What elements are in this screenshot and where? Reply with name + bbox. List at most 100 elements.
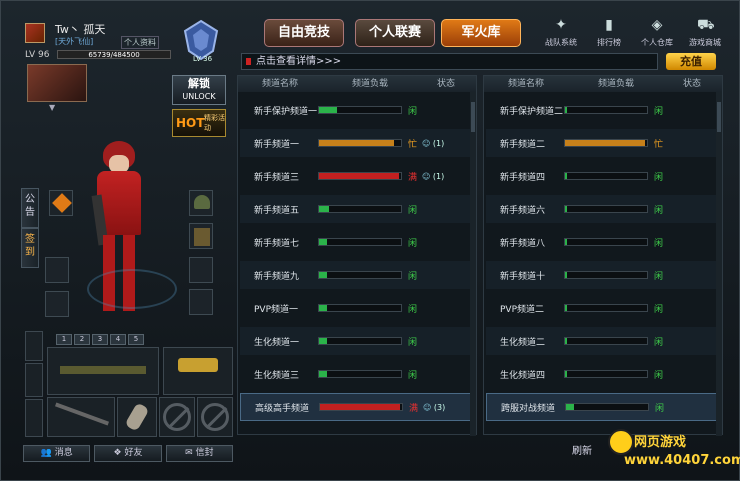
friend-icon: ☺ (422, 138, 431, 148)
grenade-icon (124, 402, 150, 432)
weapon-side-slot-3[interactable] (25, 399, 43, 437)
table-row[interactable]: 生化频道一 闲 (240, 327, 476, 355)
channel-name: 高级高手频道 (255, 403, 310, 414)
nav-team-system[interactable]: ✦ 战队系统 (539, 15, 583, 49)
disabled-icon (163, 403, 191, 431)
weapon-tab-3[interactable]: 3 (92, 334, 108, 345)
table-row[interactable]: 生化频道二 闲 (486, 327, 722, 355)
table-row[interactable]: 新手保护频道一 闲 (240, 96, 476, 124)
channel-load-bar (318, 337, 402, 345)
equip-slot-bag[interactable] (45, 291, 69, 317)
channel-name: 生化频道三 (254, 370, 300, 381)
watermark-logo: 网页游戏 www.40407.com (604, 427, 740, 479)
grenade-slot[interactable] (117, 397, 157, 437)
tab-announcement[interactable]: 公告 (21, 188, 39, 228)
friend-count: ☺ (1) (422, 171, 445, 181)
bottom-toolbar: 👥 消息 ❖ 好友 ✉ 信封 (23, 445, 233, 462)
tab-checkin[interactable]: 签到 (21, 228, 39, 268)
table-row[interactable]: 新手频道一 忙 ☺ (1) (240, 129, 476, 157)
weapon-side-slot-1[interactable] (25, 331, 43, 361)
scrollbar[interactable] (716, 92, 722, 436)
weapon-tab-5[interactable]: 5 (128, 334, 144, 345)
notice-bar[interactable]: 点击查看详情>>> (241, 53, 658, 70)
chevron-down-icon[interactable]: ▼ (49, 103, 55, 112)
tab-armory[interactable]: 军火库 (441, 19, 521, 47)
empty-slot-2[interactable] (197, 397, 233, 437)
channel-load-bar (318, 370, 402, 378)
table-row[interactable]: 新手频道六 闲 (486, 195, 722, 223)
secondary-weapon-slot[interactable] (163, 347, 233, 395)
refresh-button[interactable]: 刷新 (561, 442, 603, 458)
nav-shop[interactable]: ⛟ 游戏商城 (683, 15, 727, 49)
table-row[interactable]: 新手频道九 闲 (240, 261, 476, 289)
scrollbar[interactable] (470, 92, 476, 436)
channel-name: 新手频道十 (500, 271, 546, 282)
equip-slot-gloves[interactable] (189, 257, 213, 283)
top-nav-menu: ✦ 战队系统 ▮ 排行榜 ◈ 个人仓库 ⛟ 游戏商城 (537, 15, 729, 49)
empty-slot-1[interactable] (159, 397, 195, 437)
channel-name: 新手频道二 (500, 139, 546, 150)
table-row[interactable]: PVP频道二 闲 (486, 294, 722, 322)
weapon-tab-4[interactable]: 4 (110, 334, 126, 345)
channel-list-right: 频道名称 频道负载 状态 新手保护频道二闲新手频道二忙新手频道四闲新手频道六闲新… (483, 75, 723, 436)
channel-status: 闲 (408, 304, 418, 315)
table-row[interactable]: 新手频道二 忙 (486, 129, 722, 157)
channel-name: 新手保护频道二 (500, 106, 564, 117)
rifle-icon (60, 366, 146, 374)
table-row[interactable]: 跨服对战频道 闲 (486, 393, 722, 421)
character-portrait[interactable] (27, 64, 87, 102)
player-avatar[interactable] (25, 23, 45, 43)
channel-status: 满 (408, 172, 418, 183)
hot-event-button[interactable]: HOT 精彩活动 (172, 109, 226, 137)
channel-load-bar (318, 139, 402, 147)
table-row[interactable]: 新手频道五 闲 (240, 195, 476, 223)
channel-name: 新手频道七 (254, 238, 300, 249)
game-lobby-window: Tw丶 孤天 [天外飞仙] 个人资料 LV 96 65739/484500 LV… (0, 0, 740, 481)
mail-button[interactable]: ✉ 信封 (165, 445, 233, 462)
table-row[interactable]: 新手频道十 闲 (486, 261, 722, 289)
tab-personal-league[interactable]: 个人联赛 (355, 19, 435, 47)
nav-ranking[interactable]: ▮ 排行榜 (587, 15, 631, 49)
message-button[interactable]: 👥 消息 (23, 445, 91, 462)
unlock-button[interactable]: 解锁 UNLOCK (172, 75, 226, 105)
friend-count: ☺ (3) (423, 402, 446, 412)
channel-status: 闲 (654, 205, 664, 216)
channel-load-bar (564, 205, 648, 213)
helmet-icon (194, 195, 210, 209)
channel-load-bar (564, 337, 648, 345)
table-row[interactable]: 高级高手频道 满 ☺ (3) (240, 393, 476, 421)
disabled-icon (201, 403, 229, 431)
equip-slot-helmet[interactable] (189, 190, 213, 216)
tab-free-battle[interactable]: 自由竞技 (264, 19, 344, 47)
rank-emblem-icon: LV 36 (183, 19, 219, 63)
table-row[interactable]: PVP频道一 闲 (240, 294, 476, 322)
channel-name: 新手频道四 (500, 172, 546, 183)
notice-text: 点击查看详情>>> (256, 56, 342, 67)
warehouse-icon: ◈ (651, 17, 663, 33)
table-header: 频道名称 频道负载 状态 (238, 76, 476, 92)
equip-slot-buff[interactable] (49, 190, 73, 216)
table-row[interactable]: 新手保护频道二 闲 (486, 96, 722, 124)
equip-slot-knife[interactable] (45, 257, 69, 283)
recharge-button[interactable]: 充值 (666, 53, 716, 70)
table-row[interactable]: 生化频道三 闲 (240, 360, 476, 388)
primary-weapon-slot[interactable] (47, 347, 159, 395)
sniper-weapon-slot[interactable] (47, 397, 115, 437)
channel-name: PVP频道二 (500, 304, 545, 315)
table-row[interactable]: 新手频道四 闲 (486, 162, 722, 190)
profile-link[interactable]: 个人资料 (121, 36, 159, 49)
weapon-tab-1[interactable]: 1 (56, 334, 72, 345)
equip-slot-armor[interactable] (189, 223, 213, 249)
character-platform (87, 269, 177, 309)
table-row[interactable]: 新手频道八 闲 (486, 228, 722, 256)
weapon-tabs: 1 2 3 4 5 (56, 334, 168, 345)
channel-status: 闲 (654, 370, 664, 381)
nav-warehouse[interactable]: ◈ 个人仓库 (635, 15, 679, 49)
weapon-tab-2[interactable]: 2 (74, 334, 90, 345)
equip-slot-boots[interactable] (189, 289, 213, 315)
table-row[interactable]: 生化频道四 闲 (486, 360, 722, 388)
table-row[interactable]: 新手频道三 满 ☺ (1) (240, 162, 476, 190)
table-row[interactable]: 新手频道七 闲 (240, 228, 476, 256)
weapon-side-slot-2[interactable] (25, 363, 43, 397)
friends-button[interactable]: ❖ 好友 (94, 445, 162, 462)
